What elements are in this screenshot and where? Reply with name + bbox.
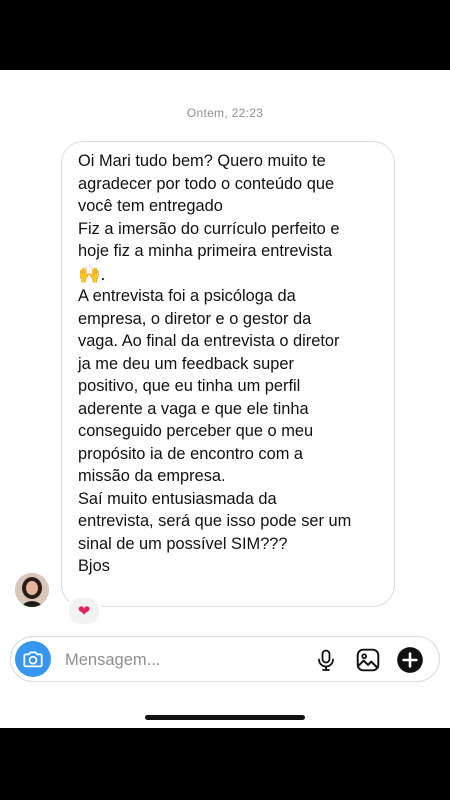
message-line: A entrevista foi a psicóloga da [78, 287, 296, 305]
voice-message-button[interactable] [311, 645, 341, 675]
message-line: propósito ia de encontro com a [78, 444, 304, 463]
message-line: empresa, o diretor e o gestor da [78, 309, 312, 328]
message-line: você tem entregado [78, 197, 223, 215]
message-line: missão da empresa. [78, 467, 226, 485]
message-composer [10, 636, 440, 682]
avatar-image [15, 573, 49, 607]
heart-reaction[interactable]: ❤ [67, 596, 101, 626]
message-line: entrevista, será que isso pode ser um [78, 512, 352, 530]
gallery-icon [356, 648, 380, 672]
message-line: Saí muito entusiasmada da [78, 489, 277, 508]
plus-icon [397, 647, 423, 673]
gallery-button[interactable] [353, 645, 383, 675]
message-line: Oi Mari tudo bem? Quero muito te [78, 152, 326, 170]
microphone-icon [318, 649, 334, 671]
message-input[interactable] [65, 649, 295, 671]
message-line: conseguido perceber que o meu [78, 422, 314, 440]
message-bubble[interactable]: Oi Mari tudo bem? Quero muito te agradec… [61, 141, 395, 607]
sender-avatar[interactable] [15, 573, 49, 607]
chat-screen: Ontem, 22:23 Oi Mari tudo bem? Quero mui… [0, 70, 450, 728]
message-line: Bjos [78, 557, 110, 575]
message-line: sinal de um possível SIM??? [78, 534, 288, 553]
message-line: positivo, que eu tinha um perfil [78, 377, 301, 395]
more-options-button[interactable] [395, 645, 425, 675]
message-line: Fiz a imersão do currículo perfeito e [78, 219, 340, 238]
message-line: hoje fiz a minha primeira entrevista [78, 242, 333, 260]
message-line: aderente a vaga e que ele tinha [78, 399, 309, 418]
message-line: agradecer por todo o conteúdo que [78, 174, 335, 193]
message-line: 🙌. [78, 263, 106, 284]
camera-icon [23, 651, 43, 668]
message-line: vaga. Ao final da entrevista o diretor [78, 332, 340, 350]
home-indicator[interactable] [145, 715, 305, 720]
camera-button[interactable] [15, 641, 51, 677]
message-line: ja me deu um feedback super [78, 354, 294, 373]
message-timestamp: Ontem, 22:23 [186, 106, 264, 120]
